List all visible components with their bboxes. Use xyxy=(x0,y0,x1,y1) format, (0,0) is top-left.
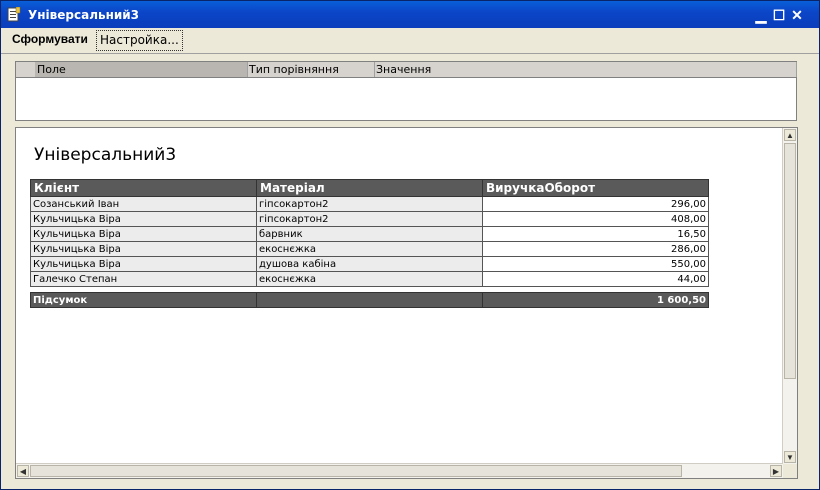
filter-table[interactable]: Поле Тип порівняння Значення xyxy=(15,61,797,121)
window-title: Універсальний3 xyxy=(28,8,140,22)
amount-cell: 286,00 xyxy=(482,241,709,257)
table-row: Галечко Степан екоснєжка 44,00 xyxy=(30,271,709,287)
report-icon xyxy=(7,6,21,22)
settings-button[interactable]: Настройка... xyxy=(96,30,183,51)
client-cell: Кульчицька Віра xyxy=(30,211,257,227)
client-cell: Кульчицька Віра xyxy=(30,241,257,257)
table-row: Кульчицька Віра гіпсокартон2 408,00 xyxy=(30,211,709,227)
filter-header-marker xyxy=(16,62,37,77)
filter-header: Поле Тип порівняння Значення xyxy=(16,62,797,78)
minimize-button[interactable]: ▁ xyxy=(753,8,769,22)
report-table: Клієнт Матеріал ВиручкаОборот Созанський… xyxy=(30,179,709,308)
client-cell: Созанський Іван xyxy=(30,196,257,212)
table-header-row: Клієнт Матеріал ВиручкаОборот xyxy=(30,179,709,197)
vertical-scrollbar[interactable]: ▲ ▼ xyxy=(782,128,797,464)
column-header-client: Клієнт xyxy=(30,179,257,197)
report-area[interactable]: Універсальний3 Клієнт Матеріал ВиручкаОб… xyxy=(15,127,798,479)
horizontal-scroll-thumb[interactable] xyxy=(30,465,682,477)
table-row: Кульчицька Віра екоснєжка 286,00 xyxy=(30,241,709,257)
material-cell: гіпсокартон2 xyxy=(256,196,483,212)
title-bar[interactable]: Універсальний3 ▁ ☐ ✕ xyxy=(1,1,819,28)
horizontal-scrollbar[interactable]: ◀ ▶ xyxy=(16,463,783,478)
client-cell: Кульчицька Віра xyxy=(30,256,257,272)
total-row: Підсумок 1 600,50 xyxy=(30,292,709,308)
total-value: 1 600,50 xyxy=(482,292,709,308)
total-empty-cell xyxy=(256,292,483,308)
material-cell: екоснєжка xyxy=(256,241,483,257)
column-header-material: Матеріал xyxy=(256,179,483,197)
close-button[interactable]: ✕ xyxy=(789,8,805,22)
table-row: Созанський Іван гіпсокартон2 296,00 xyxy=(30,196,709,212)
maximize-button[interactable]: ☐ xyxy=(771,8,787,22)
amount-cell: 408,00 xyxy=(482,211,709,227)
table-row: Кульчицька Віра барвник 16,50 xyxy=(30,226,709,242)
material-cell: барвник xyxy=(256,226,483,242)
report-window: Універсальний3 ▁ ☐ ✕ Сформувати Настройк… xyxy=(0,0,820,490)
scrollbar-corner xyxy=(783,464,797,478)
filter-header-field[interactable]: Поле xyxy=(35,62,248,77)
client-cell: Галечко Степан xyxy=(30,271,257,287)
vertical-scroll-thumb[interactable] xyxy=(784,143,796,379)
amount-cell: 16,50 xyxy=(482,226,709,242)
material-cell: душова кабіна xyxy=(256,256,483,272)
client-cell: Кульчицька Віра xyxy=(30,226,257,242)
total-label: Підсумок xyxy=(30,292,257,308)
amount-cell: 296,00 xyxy=(482,196,709,212)
amount-cell: 550,00 xyxy=(482,256,709,272)
scroll-down-icon[interactable]: ▼ xyxy=(784,451,796,463)
scroll-left-icon[interactable]: ◀ xyxy=(17,465,29,477)
table-row: Кульчицька Віра душова кабіна 550,00 xyxy=(30,256,709,272)
material-cell: екоснєжка xyxy=(256,271,483,287)
scroll-right-icon[interactable]: ▶ xyxy=(770,465,782,477)
form-report-button[interactable]: Сформувати xyxy=(9,30,91,49)
column-header-revenue: ВиручкаОборот xyxy=(482,179,709,197)
amount-cell: 44,00 xyxy=(482,271,709,287)
material-cell: гіпсокартон2 xyxy=(256,211,483,227)
filter-header-value[interactable]: Значення xyxy=(374,62,797,77)
scroll-up-icon[interactable]: ▲ xyxy=(784,129,796,141)
filter-header-comparison[interactable]: Тип порівняння xyxy=(247,62,375,77)
toolbar: Сформувати Настройка... xyxy=(1,28,819,54)
report-title: Універсальний3 xyxy=(34,145,177,165)
